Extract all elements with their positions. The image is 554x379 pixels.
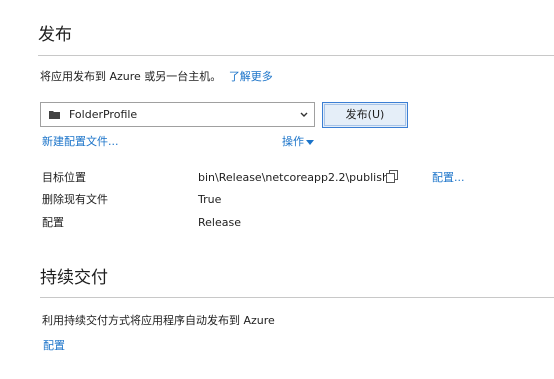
publish-page: 发布 将应用发布到 Azure 或另一台主机。 了解更多 FolderProfi…: [0, 0, 554, 379]
publish-button[interactable]: 发布(U): [322, 102, 408, 128]
publish-divider: [38, 55, 554, 56]
continuous-delivery-heading: 持续交付: [40, 268, 108, 288]
delete-existing-files-label: 删除现有文件: [42, 193, 108, 206]
folder-icon: [49, 111, 60, 119]
actions-menu[interactable]: 操作: [282, 135, 314, 149]
publish-heading: 发布: [38, 25, 72, 45]
target-location-value: bin\Release\netcoreapp2.2\publish\: [198, 171, 393, 184]
learn-more-link[interactable]: 了解更多: [229, 70, 273, 83]
delete-existing-files-value: True: [198, 193, 222, 206]
actions-link: 操作: [282, 135, 304, 148]
configure-target-link[interactable]: 配置...: [432, 171, 465, 185]
publish-description: 将应用发布到 Azure 或另一台主机。: [40, 70, 222, 83]
chevron-down-icon: [300, 112, 308, 117]
new-profile-link[interactable]: 新建配置文件...: [42, 135, 119, 149]
continuous-delivery-description: 利用持续交付方式将应用程序自动发布到 Azure: [42, 314, 275, 327]
configuration-value: Release: [198, 216, 241, 229]
publish-button-label: 发布(U): [345, 108, 385, 121]
profile-select[interactable]: FolderProfile: [40, 102, 315, 127]
caret-down-icon: [306, 139, 314, 145]
configure-continuous-delivery-link[interactable]: 配置: [43, 339, 65, 353]
profile-select-value: FolderProfile: [69, 108, 138, 121]
copy-icon[interactable]: [386, 170, 398, 183]
continuous-delivery-divider: [40, 297, 554, 298]
configuration-label: 配置: [42, 216, 64, 229]
publish-description-row: 将应用发布到 Azure 或另一台主机。 了解更多: [40, 70, 273, 84]
target-location-label: 目标位置: [42, 171, 86, 184]
